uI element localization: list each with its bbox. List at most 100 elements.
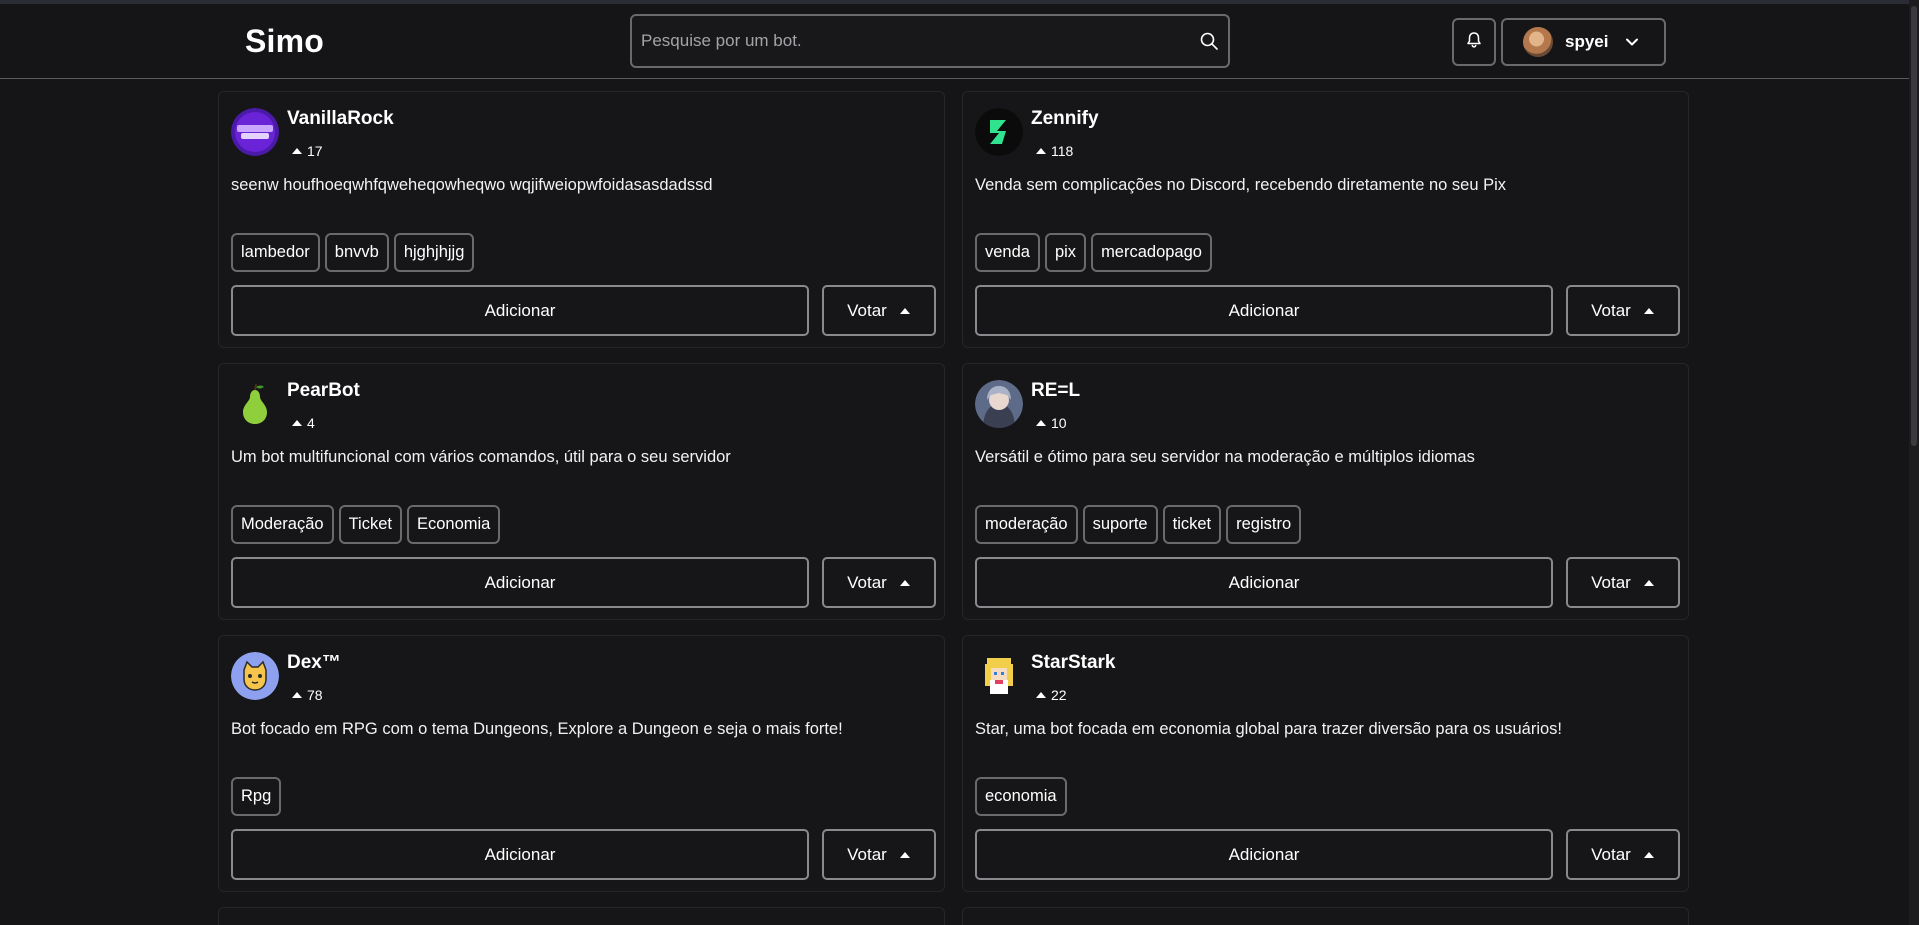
tag-list: venda pix mercadopago xyxy=(975,233,1212,272)
add-bot-button[interactable]: Adicionar xyxy=(231,285,809,336)
caret-up-icon xyxy=(1036,692,1046,698)
tag[interactable]: lambedor xyxy=(231,233,320,272)
vote-button-label: Votar xyxy=(1591,572,1631,592)
vote-button-label: Votar xyxy=(847,844,887,864)
zennify-logo-icon xyxy=(975,108,1023,156)
bot-description: Star, uma bot focada em economia global … xyxy=(975,720,1562,738)
tag[interactable]: hjghjhjjg xyxy=(393,233,475,272)
bot-description: seenw houfhoeqwhfqweheqowheqwo wqjifweio… xyxy=(231,176,713,194)
vote-count-value: 17 xyxy=(307,143,323,159)
bot-name[interactable]: StarStark xyxy=(1031,652,1116,674)
vote-count: 17 xyxy=(291,143,323,159)
bot-description: Um bot multifuncional com vários comando… xyxy=(231,448,731,466)
bot-card: Dex™ 78 Bot focado em RPG com o tema Dun… xyxy=(218,635,945,892)
vote-count-value: 118 xyxy=(1051,143,1074,159)
tag[interactable]: bnvvb xyxy=(324,233,389,272)
header: Simo spyei xyxy=(0,4,1919,79)
tag[interactable]: economia xyxy=(975,777,1067,816)
bot-name[interactable]: Zennify xyxy=(1031,108,1099,130)
bot-description: Versátil e ótimo para seu servidor na mo… xyxy=(975,448,1475,466)
tag[interactable]: pix xyxy=(1044,233,1087,272)
bot-card: RE=L 10 Versátil e ótimo para seu servid… xyxy=(962,363,1689,620)
vote-button[interactable]: Votar xyxy=(1566,829,1680,880)
tag-list: Rpg xyxy=(231,777,282,816)
vote-count: 78 xyxy=(291,687,323,703)
caret-up-icon xyxy=(1036,148,1046,154)
add-bot-button[interactable]: Adicionar xyxy=(975,829,1553,880)
vote-count: 22 xyxy=(1035,687,1067,703)
caret-up-icon xyxy=(1643,307,1654,314)
vote-button[interactable]: Votar xyxy=(1566,557,1680,608)
anime-girl-avatar-icon xyxy=(975,380,1023,428)
bot-card: StarStark 22 Star, uma bot focada em eco… xyxy=(962,635,1689,892)
bot-name[interactable]: RE=L xyxy=(1031,380,1080,402)
bot-description: Venda sem complicações no Discord, receb… xyxy=(975,176,1507,194)
tag[interactable]: Ticket xyxy=(338,505,402,544)
tag[interactable]: mercadopago xyxy=(1091,233,1212,272)
caret-up-icon xyxy=(292,420,302,426)
vote-button[interactable]: Votar xyxy=(822,557,936,608)
tag-list: moderação suporte ticket registro xyxy=(975,505,1302,544)
tag[interactable]: Moderação xyxy=(231,505,334,544)
bot-description: Bot focado em RPG com o tema Dungeons, E… xyxy=(231,720,843,738)
user-avatar xyxy=(1523,27,1553,57)
search-icon[interactable] xyxy=(1199,31,1219,56)
vote-button[interactable]: Votar xyxy=(822,285,936,336)
chevron-down-icon xyxy=(1624,34,1640,50)
vote-button[interactable]: Votar xyxy=(822,829,936,880)
vote-count-value: 78 xyxy=(307,687,323,703)
scrollbar[interactable] xyxy=(1909,0,1919,925)
add-bot-button[interactable]: Adicionar xyxy=(231,829,809,880)
caret-up-icon xyxy=(1643,851,1654,858)
tag-list: economia xyxy=(975,777,1067,816)
vanillarock-logo-icon xyxy=(231,108,279,156)
notifications-button[interactable] xyxy=(1452,18,1496,66)
add-bot-button[interactable]: Adicionar xyxy=(231,557,809,608)
tag[interactable]: venda xyxy=(975,233,1040,272)
vote-button-label: Votar xyxy=(847,300,887,320)
vote-count-value: 22 xyxy=(1051,687,1067,703)
tag[interactable]: Economia xyxy=(406,505,501,544)
vote-count-value: 10 xyxy=(1051,415,1067,431)
bell-icon xyxy=(1465,31,1483,54)
vote-count-value: 4 xyxy=(307,415,315,431)
vote-count: 10 xyxy=(1035,415,1067,431)
user-menu-button[interactable]: spyei xyxy=(1501,18,1666,66)
vote-count: 118 xyxy=(1035,143,1073,159)
caret-up-icon xyxy=(1036,420,1046,426)
bot-card: PearBot 4 Um bot multifuncional com vári… xyxy=(218,363,945,620)
bot-name[interactable]: VanillaRock xyxy=(287,108,394,130)
vote-button-label: Votar xyxy=(1591,300,1631,320)
bot-card-partial xyxy=(962,907,1689,925)
site-logo[interactable]: Simo xyxy=(245,23,324,60)
tag[interactable]: moderação xyxy=(975,505,1078,544)
vote-button-label: Votar xyxy=(1591,844,1631,864)
add-bot-button[interactable]: Adicionar xyxy=(975,285,1553,336)
caret-up-icon xyxy=(292,692,302,698)
tag[interactable]: Rpg xyxy=(231,777,282,816)
caret-up-icon xyxy=(899,851,910,858)
caret-up-icon xyxy=(292,148,302,154)
bot-card: VanillaRock 17 seenw houfhoeqwhfqweheqow… xyxy=(218,91,945,348)
bot-name[interactable]: PearBot xyxy=(287,380,360,402)
vote-button[interactable]: Votar xyxy=(1566,285,1680,336)
caret-up-icon xyxy=(1643,579,1654,586)
search-input[interactable] xyxy=(632,16,1228,66)
tag[interactable]: registro xyxy=(1226,505,1302,544)
search-box xyxy=(630,14,1230,68)
bot-name[interactable]: Dex™ xyxy=(287,652,341,674)
pear-icon xyxy=(231,380,279,428)
tag[interactable]: ticket xyxy=(1162,505,1222,544)
bot-card: Zennify 118 Venda sem complicações no Di… xyxy=(962,91,1689,348)
scrollbar-thumb[interactable] xyxy=(1911,6,1917,446)
cat-avatar-icon xyxy=(231,652,279,700)
username: spyei xyxy=(1565,32,1609,51)
caret-up-icon xyxy=(899,579,910,586)
pixel-girl-avatar-icon xyxy=(975,652,1023,700)
add-bot-button[interactable]: Adicionar xyxy=(975,557,1553,608)
caret-up-icon xyxy=(899,307,910,314)
bot-card-partial xyxy=(218,907,945,925)
tag[interactable]: suporte xyxy=(1082,505,1158,544)
tag-list: Moderação Ticket Economia xyxy=(231,505,501,544)
vote-button-label: Votar xyxy=(847,572,887,592)
